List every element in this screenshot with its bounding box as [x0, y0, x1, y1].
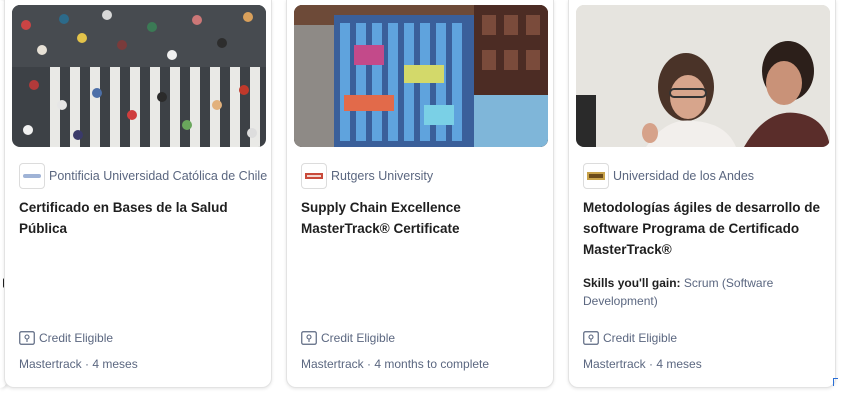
partner-name: Universidad de los Andes	[613, 169, 755, 183]
university-logo-icon	[19, 163, 45, 189]
partner-name: Pontificia Universidad Católica de Chile	[49, 169, 268, 183]
focus-corner-marker	[833, 378, 838, 386]
credit-label: Credit Eligible	[321, 331, 396, 345]
credit-card-icon	[583, 331, 599, 345]
product-meta: Mastertrack · 4 meses	[19, 357, 138, 371]
university-logo-icon	[583, 163, 609, 189]
university-logo-icon	[301, 163, 327, 189]
credit-label: Credit Eligible	[39, 331, 114, 345]
course-card[interactable]: Universidad de los Andes Metodologías ág…	[568, 0, 836, 388]
course-title[interactable]: Metodologías ágiles de desarrollo de sof…	[583, 197, 821, 260]
credit-eligible-row: Credit Eligible	[583, 331, 677, 345]
course-card[interactable]: Rutgers University Supply Chain Excellen…	[286, 0, 554, 388]
partner-row: Universidad de los Andes	[583, 162, 825, 190]
people-photo	[576, 5, 830, 147]
credit-card-icon	[301, 331, 317, 345]
course-card[interactable]: Pontificia Universidad Católica de Chile…	[4, 0, 272, 388]
skills-label: Skills you'll gain:	[583, 276, 681, 290]
product-meta: Mastertrack · 4 months to complete	[301, 357, 490, 371]
credit-label: Credit Eligible	[603, 331, 678, 345]
product-meta: Mastertrack · 4 meses	[583, 357, 702, 371]
partner-row: Rutgers University	[301, 162, 543, 190]
building-photo	[294, 5, 548, 147]
course-image-people	[576, 5, 830, 147]
course-title[interactable]: Supply Chain Excellence MasterTrack® Cer…	[301, 197, 539, 239]
credit-eligible-row: Credit Eligible	[301, 331, 395, 345]
partner-row: Pontificia Universidad Católica de Chile	[19, 162, 267, 190]
course-title[interactable]: Certificado en Bases de la Salud Pública	[19, 197, 257, 239]
credit-eligible-row: Credit Eligible	[19, 331, 113, 345]
credit-card-icon	[19, 331, 35, 345]
course-image-building	[294, 5, 548, 147]
partner-name: Rutgers University	[331, 169, 434, 183]
crosswalk-photo	[12, 5, 266, 147]
course-image-crosswalk	[12, 5, 266, 147]
skills-gained: Skills you'll gain: Scrum (Software Deve…	[583, 274, 821, 310]
